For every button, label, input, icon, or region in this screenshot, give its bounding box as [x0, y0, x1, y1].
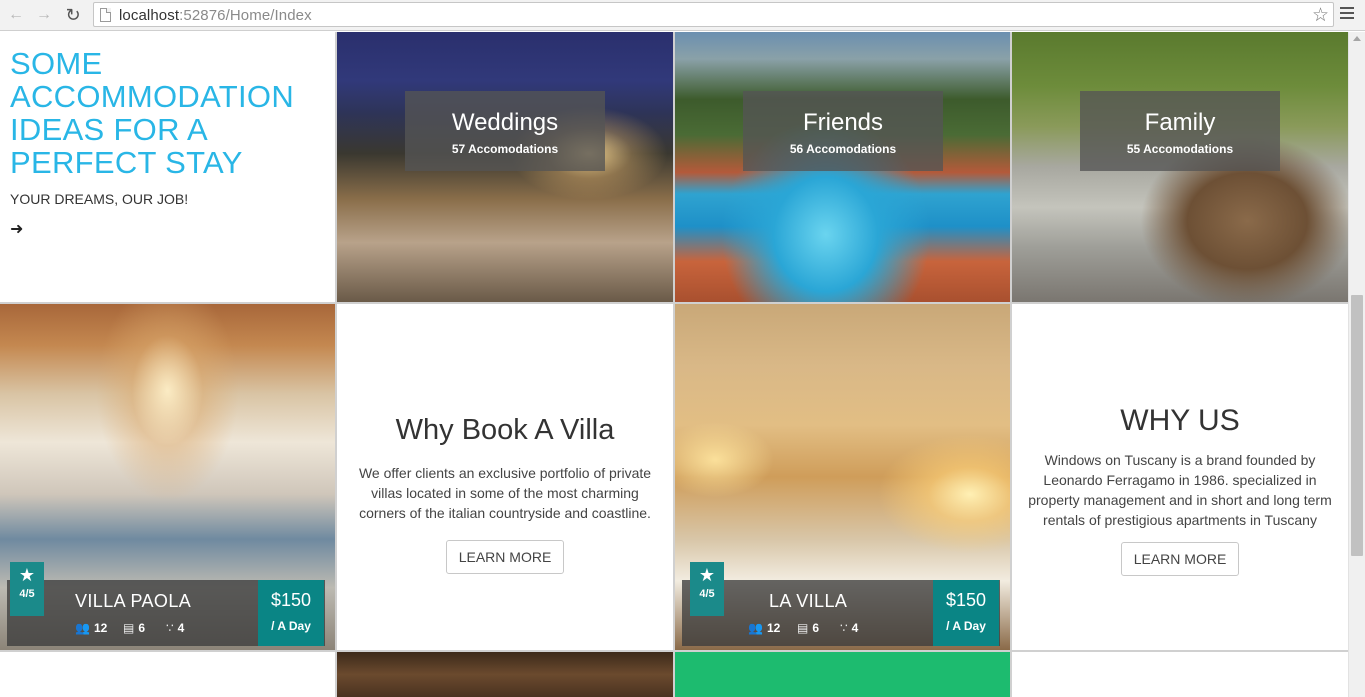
price-amount: $150 — [270, 590, 312, 610]
baths-count: ∵ 4 — [166, 621, 185, 635]
category-tile-family[interactable]: Family 55 Accomodations — [1012, 32, 1348, 302]
tile-row3-1 — [0, 652, 335, 697]
bed-icon: ▤ — [123, 621, 135, 635]
menu-icon[interactable] — [1340, 7, 1354, 21]
page-content: SOME ACCOMMODATION IDEAS FOR A PERFECT S… — [0, 32, 1348, 697]
baths-count: ∵ 4 — [840, 621, 859, 635]
reload-icon[interactable]: ↻ — [63, 5, 83, 25]
bed-icon: ▤ — [797, 621, 809, 635]
learn-more-button[interactable]: LEARN MORE — [1120, 542, 1240, 576]
forward-arrow-icon[interactable]: → — [34, 5, 54, 25]
why-us-title: WHY US — [1120, 404, 1240, 437]
category-title: Friends — [802, 109, 884, 136]
why-book-title: Why Book A Villa — [395, 414, 615, 446]
villa-card-paola[interactable]: ★ 4/5 VILLA PAOLA 👥 12 ▤ 6 ∵ 4 $150 / A Day — [0, 304, 335, 650]
villa-card-la-villa[interactable]: ★ 4/5 LA VILLA 👥 12 ▤ 6 ∵ 4 $150 / A Day — [675, 304, 1010, 650]
shower-icon: ∵ — [166, 621, 174, 635]
category-count: 57 Accomodations — [451, 142, 559, 156]
category-tile-weddings[interactable]: Weddings 57 Accomodations — [337, 32, 673, 302]
category-title: Weddings — [451, 109, 559, 136]
guests-count: 👥 12 — [75, 621, 108, 635]
star-icon[interactable]: ☆ — [1312, 4, 1329, 27]
guests-count: 👥 12 — [748, 621, 781, 635]
guests-icon: 👥 — [748, 621, 763, 635]
price-period: / A Day — [946, 619, 986, 633]
address-bar[interactable]: localhost:52876/Home/Index ☆ — [93, 2, 1334, 27]
intro-tile: SOME ACCOMMODATION IDEAS FOR A PERFECT S… — [0, 32, 335, 302]
rating-value: 4/5 — [19, 588, 35, 600]
page-icon — [100, 8, 111, 22]
scroll-up-icon[interactable] — [1353, 36, 1361, 41]
learn-more-button[interactable]: LEARN MORE — [445, 540, 565, 574]
intro-headline: SOME ACCOMMODATION IDEAS FOR A PERFECT S… — [10, 46, 295, 180]
scrollbar-thumb[interactable] — [1351, 295, 1363, 556]
rating-badge: ★ 4/5 — [10, 562, 44, 616]
category-tile-friends[interactable]: Friends 56 Accomodations — [675, 32, 1010, 302]
browser-toolbar: ← → ↻ localhost:52876/Home/Index ☆ — [0, 0, 1365, 31]
category-title: Family — [1144, 109, 1216, 136]
why-book-body: We offer clients an exclusive portfolio … — [358, 465, 652, 521]
beds-count: ▤ 6 — [123, 621, 146, 635]
villa-name: LA VILLA — [769, 591, 848, 611]
beds-count: ▤ 6 — [797, 621, 820, 635]
category-overlay: Weddings 57 Accomodations — [405, 91, 605, 171]
tile-row3-2[interactable] — [337, 652, 673, 697]
rating-star-icon: ★ — [698, 565, 716, 585]
tile-row3-4 — [1012, 652, 1348, 697]
guests-icon: 👥 — [75, 621, 90, 635]
villa-name: VILLA PAOLA — [75, 591, 192, 611]
category-overlay: Friends 56 Accomodations — [743, 91, 943, 171]
category-overlay: Family 55 Accomodations — [1080, 91, 1280, 171]
price-amount: $150 — [945, 590, 987, 610]
rating-badge: ★ 4/5 — [690, 562, 724, 616]
category-count: 55 Accomodations — [1126, 142, 1234, 156]
rating-value: 4/5 — [699, 588, 715, 600]
intro-tagline: YOUR DREAMS, OUR JOB! — [10, 191, 189, 207]
back-arrow-icon[interactable]: ← — [6, 5, 26, 25]
scrollbar[interactable] — [1348, 32, 1365, 697]
shower-icon: ∵ — [840, 621, 848, 635]
why-us-tile: WHY US Windows on Tuscany is a brand fou… — [1012, 304, 1348, 650]
category-count: 56 Accomodations — [789, 142, 897, 156]
price-badge: $150 / A Day — [933, 580, 999, 646]
why-book-tile: Why Book A Villa We offer clients an exc… — [337, 304, 673, 650]
right-arrow-icon[interactable]: ➜ — [10, 219, 325, 239]
url-text: localhost:52876/Home/Index — [119, 7, 312, 24]
price-badge: $150 / A Day — [258, 580, 324, 646]
tile-row3-3[interactable] — [675, 652, 1010, 697]
price-period: / A Day — [271, 619, 311, 633]
why-us-body: Windows on Tuscany is a brand founded by… — [1028, 452, 1332, 528]
rating-star-icon: ★ — [18, 565, 36, 585]
